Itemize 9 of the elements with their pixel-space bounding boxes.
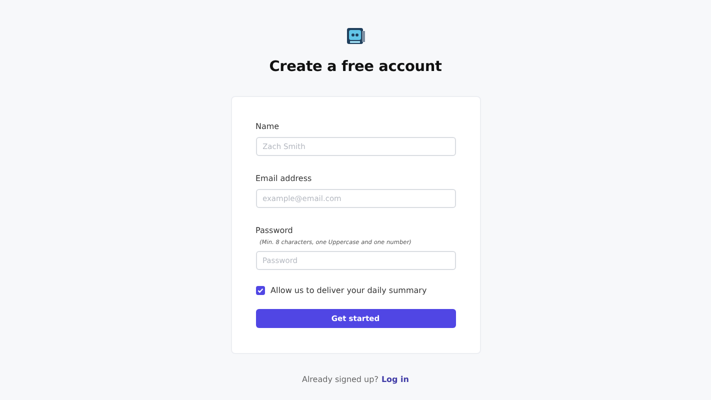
field-label: Name xyxy=(256,122,280,131)
checkbox-label: Allow us to deliver your daily summary xyxy=(270,286,427,295)
robot-icon xyxy=(344,25,366,47)
field-label: Password xyxy=(256,226,294,235)
checkbox[interactable] xyxy=(256,286,264,295)
login-link[interactable]: Log in xyxy=(381,375,409,384)
footer-text: Already signed up? xyxy=(302,375,378,384)
page-title: Create a free account xyxy=(269,59,442,75)
field-label: Email address xyxy=(256,174,313,183)
